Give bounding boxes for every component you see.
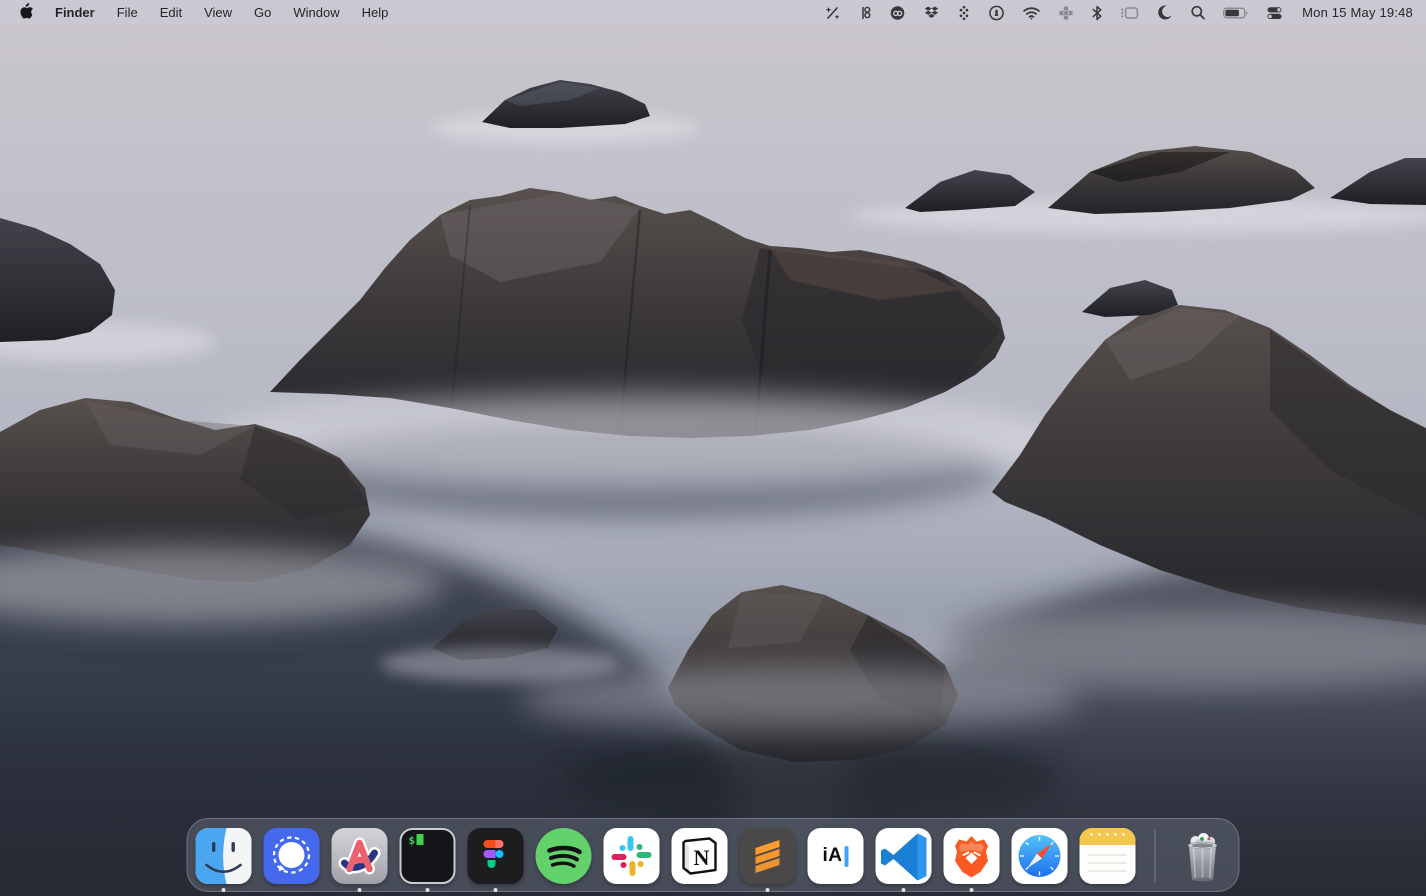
dropbox-icon[interactable]	[923, 0, 940, 25]
menu-view[interactable]: View	[193, 0, 243, 25]
sparkles-capture-icon[interactable]	[824, 0, 841, 25]
running-indicator	[222, 888, 226, 892]
apple-menu[interactable]	[0, 0, 44, 25]
wifi-icon[interactable]	[1022, 0, 1041, 25]
plus-utility-icon[interactable]	[1058, 0, 1074, 25]
dock-item-notes[interactable]	[1080, 828, 1136, 884]
dock-item-signal[interactable]	[264, 828, 320, 884]
dock-item-sublime[interactable]	[740, 828, 796, 884]
ia-writer-icon: iA	[808, 828, 864, 884]
1password-icon[interactable]	[988, 0, 1005, 25]
menu-window[interactable]: Window	[282, 0, 350, 25]
dots-grid-icon[interactable]	[957, 0, 971, 25]
dock-item-safari[interactable]	[1012, 828, 1068, 884]
notes-icon	[1080, 828, 1136, 884]
menu-go[interactable]: Go	[243, 0, 282, 25]
dock-separator	[1155, 829, 1156, 883]
dock-item-vscode[interactable]	[876, 828, 932, 884]
brave-icon	[944, 828, 1000, 884]
figma-icon	[468, 828, 524, 884]
dock-item-ia-writer[interactable]: iA	[808, 828, 864, 884]
running-indicator	[358, 888, 362, 892]
terminal-icon: $	[400, 828, 456, 884]
dock: $	[187, 818, 1240, 892]
dock-item-brave[interactable]	[944, 828, 1000, 884]
sublime-text-icon	[740, 828, 796, 884]
menu-bar-left: Finder File Edit View Go Window Help	[0, 0, 399, 25]
shortcut-glyph-icon[interactable]	[858, 0, 872, 25]
dock-item-figma[interactable]	[468, 828, 524, 884]
adobe-creative-cloud-icon[interactable]	[889, 0, 906, 25]
dock-item-terminal[interactable]: $	[400, 828, 456, 884]
dock-item-spotify[interactable]	[536, 828, 592, 884]
apple-icon	[19, 3, 34, 23]
slack-icon	[604, 828, 660, 884]
menu-help[interactable]: Help	[351, 0, 400, 25]
signal-icon	[264, 828, 320, 884]
dock-item-trash[interactable]	[1175, 828, 1231, 884]
active-app-menu[interactable]: Finder	[44, 0, 106, 25]
running-indicator	[494, 888, 498, 892]
desktop: { "menu_bar": { "active_app": "Finder", …	[0, 0, 1426, 896]
menu-bar-status: Mon 15 May 19:48	[824, 0, 1426, 25]
running-indicator	[902, 888, 906, 892]
menu-bar: Finder File Edit View Go Window Help	[0, 0, 1426, 25]
focus-moon-icon[interactable]	[1156, 0, 1173, 25]
spotlight-search-icon[interactable]	[1190, 0, 1206, 25]
running-indicator	[766, 888, 770, 892]
notion-letter: N	[694, 845, 710, 870]
menu-bar-clock[interactable]: Mon 15 May 19:48	[1302, 5, 1413, 20]
dock-item-notion[interactable]: N	[672, 828, 728, 884]
dock-item-finder[interactable]	[196, 828, 252, 884]
terminal-prompt: $	[409, 834, 424, 847]
bluetooth-icon[interactable]	[1091, 0, 1103, 25]
finder-icon	[196, 828, 252, 884]
letter-a-paint-icon	[332, 828, 388, 884]
dock-item-slack[interactable]	[604, 828, 660, 884]
notion-icon: N	[672, 828, 728, 884]
menu-edit[interactable]: Edit	[149, 0, 193, 25]
safari-icon	[1012, 828, 1068, 884]
ia-writer-caret	[845, 846, 849, 867]
ia-writer-letters: iA	[823, 845, 843, 867]
menu-file[interactable]: File	[106, 0, 149, 25]
running-indicator	[970, 888, 974, 892]
trash-full-icon	[1175, 828, 1231, 884]
control-center-icon[interactable]	[1266, 0, 1283, 25]
spotify-icon	[536, 828, 592, 884]
vscode-icon	[876, 828, 932, 884]
desktop-wallpaper	[0, 0, 1426, 896]
dock-item-a-app[interactable]	[332, 828, 388, 884]
battery-icon[interactable]	[1223, 0, 1249, 25]
running-indicator	[426, 888, 430, 892]
window-frame-icon[interactable]	[1120, 0, 1139, 25]
